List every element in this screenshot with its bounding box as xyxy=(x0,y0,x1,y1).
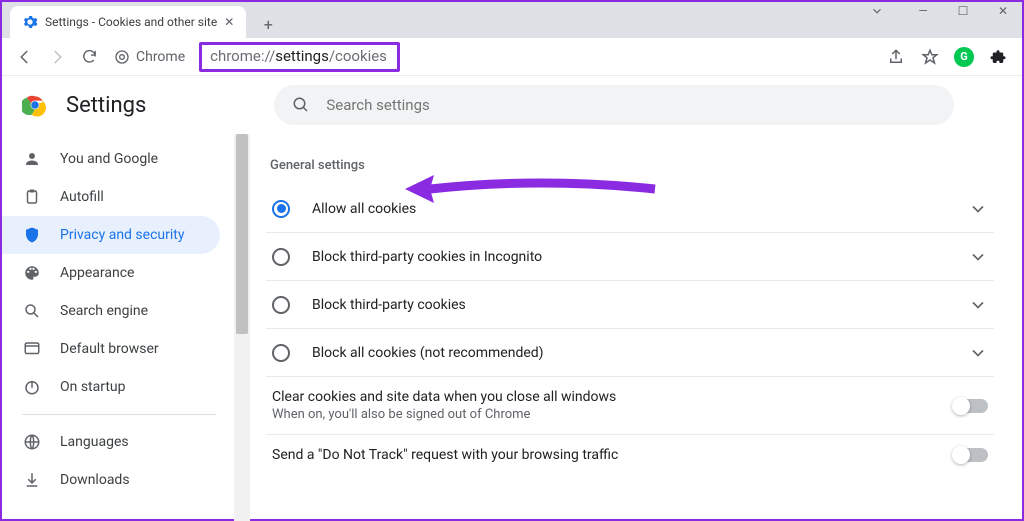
radio-icon[interactable] xyxy=(272,296,290,314)
sidebar-label: Autofill xyxy=(60,189,104,205)
sidebar-item-default-browser[interactable]: Default browser xyxy=(2,330,220,368)
radio-label: Block third-party cookies xyxy=(312,297,968,313)
browser-titlebar: Settings - Cookies and other site ✕ + — … xyxy=(2,2,1022,38)
radio-block-third-party-incognito[interactable]: Block third-party cookies in Incognito xyxy=(266,233,994,281)
sidebar-item-on-startup[interactable]: On startup xyxy=(2,368,220,406)
sidebar-item-downloads[interactable]: Downloads xyxy=(2,461,220,499)
toggle-label: Clear cookies and site data when you clo… xyxy=(272,389,954,405)
sidebar-item-search-engine[interactable]: Search engine xyxy=(2,292,220,330)
sidebar-label: Appearance xyxy=(60,265,134,281)
toggle-clear-on-close[interactable]: Clear cookies and site data when you clo… xyxy=(266,377,994,435)
shield-icon xyxy=(22,225,42,245)
close-icon[interactable]: ✕ xyxy=(224,15,234,29)
globe-icon xyxy=(22,432,42,452)
address-url[interactable]: chrome://settings/cookies xyxy=(210,47,387,65)
page-title: Settings xyxy=(66,93,146,118)
window-chevron-icon[interactable] xyxy=(870,4,896,18)
radio-label: Allow all cookies xyxy=(312,201,968,217)
download-icon xyxy=(22,470,42,490)
chevron-down-icon[interactable] xyxy=(968,247,988,267)
sidebar-label: Privacy and security xyxy=(60,227,184,243)
new-tab-button[interactable]: + xyxy=(254,10,282,38)
extensions-puzzle-icon[interactable] xyxy=(984,43,1012,71)
search-icon xyxy=(22,301,42,321)
radio-block-third-party[interactable]: Block third-party cookies xyxy=(266,281,994,329)
sidebar-item-appearance[interactable]: Appearance xyxy=(2,254,220,292)
sidebar-label: You and Google xyxy=(60,151,158,167)
radio-label: Block third-party cookies in Incognito xyxy=(312,249,968,265)
minimize-icon[interactable]: — xyxy=(910,4,936,18)
window-controls: — ☐ ✕ xyxy=(870,4,1016,18)
sidebar-item-languages[interactable]: Languages xyxy=(2,423,220,461)
radio-icon[interactable] xyxy=(272,248,290,266)
sidebar-label: Default browser xyxy=(60,341,159,357)
browser-tab[interactable]: Settings - Cookies and other site ✕ xyxy=(10,6,246,38)
settings-content: General settings Allow all cookies Block… xyxy=(250,134,1022,521)
search-input[interactable] xyxy=(326,96,936,114)
back-button[interactable] xyxy=(12,44,38,70)
chevron-down-icon[interactable] xyxy=(968,199,988,219)
address-prefix: Chrome xyxy=(136,49,185,65)
browser-icon xyxy=(22,339,42,359)
radio-block-all-cookies[interactable]: Block all cookies (not recommended) xyxy=(266,329,994,377)
sidebar-label: Search engine xyxy=(60,303,148,319)
maximize-icon[interactable]: ☐ xyxy=(950,4,976,18)
settings-sidebar: You and Google Autofill Privacy and secu… xyxy=(2,134,234,521)
forward-button[interactable] xyxy=(44,44,70,70)
sidebar-item-you-and-google[interactable]: You and Google xyxy=(2,140,220,178)
toggle-switch[interactable] xyxy=(954,399,988,413)
section-title: General settings xyxy=(270,158,994,173)
scrollbar-thumb[interactable] xyxy=(236,134,248,334)
sidebar-item-privacy-security[interactable]: Privacy and security xyxy=(2,216,220,254)
toggle-sublabel: When on, you'll also be signed out of Ch… xyxy=(272,407,954,422)
person-icon xyxy=(22,149,42,169)
window-close-icon[interactable]: ✕ xyxy=(990,4,1016,18)
share-icon[interactable] xyxy=(882,43,910,71)
chrome-circle-icon xyxy=(114,49,130,65)
toggle-switch[interactable] xyxy=(954,448,988,462)
sidebar-label: On startup xyxy=(60,379,126,395)
site-info[interactable]: Chrome xyxy=(108,49,191,65)
palette-icon xyxy=(22,263,42,283)
bookmark-star-icon[interactable] xyxy=(916,43,944,71)
sidebar-scrollbar[interactable] xyxy=(234,134,250,521)
chevron-down-icon[interactable] xyxy=(968,295,988,315)
power-icon xyxy=(22,377,42,397)
browser-toolbar: Chrome chrome://settings/cookies G xyxy=(2,38,1022,76)
gear-icon xyxy=(22,14,38,30)
radio-icon[interactable] xyxy=(272,344,290,362)
sidebar-item-autofill[interactable]: Autofill xyxy=(2,178,220,216)
clipboard-icon xyxy=(22,187,42,207)
search-icon xyxy=(292,96,310,114)
sidebar-label: Downloads xyxy=(60,472,130,488)
address-highlight-annotation: chrome://settings/cookies xyxy=(199,42,400,72)
chevron-down-icon[interactable] xyxy=(968,343,988,363)
chrome-logo-icon xyxy=(22,92,48,118)
radio-label: Block all cookies (not recommended) xyxy=(312,345,968,361)
extension-grammarly-icon[interactable]: G xyxy=(950,43,978,71)
settings-header: Settings xyxy=(2,76,1022,134)
radio-selected-icon[interactable] xyxy=(272,200,290,218)
radio-allow-all-cookies[interactable]: Allow all cookies xyxy=(266,185,994,233)
reload-button[interactable] xyxy=(76,44,102,70)
toggle-do-not-track[interactable]: Send a "Do Not Track" request with your … xyxy=(266,435,994,475)
toggle-label: Send a "Do Not Track" request with your … xyxy=(272,447,954,463)
sidebar-divider xyxy=(22,414,216,415)
tab-title: Settings - Cookies and other site xyxy=(45,15,217,29)
search-settings[interactable] xyxy=(274,85,954,125)
sidebar-label: Languages xyxy=(60,434,129,450)
